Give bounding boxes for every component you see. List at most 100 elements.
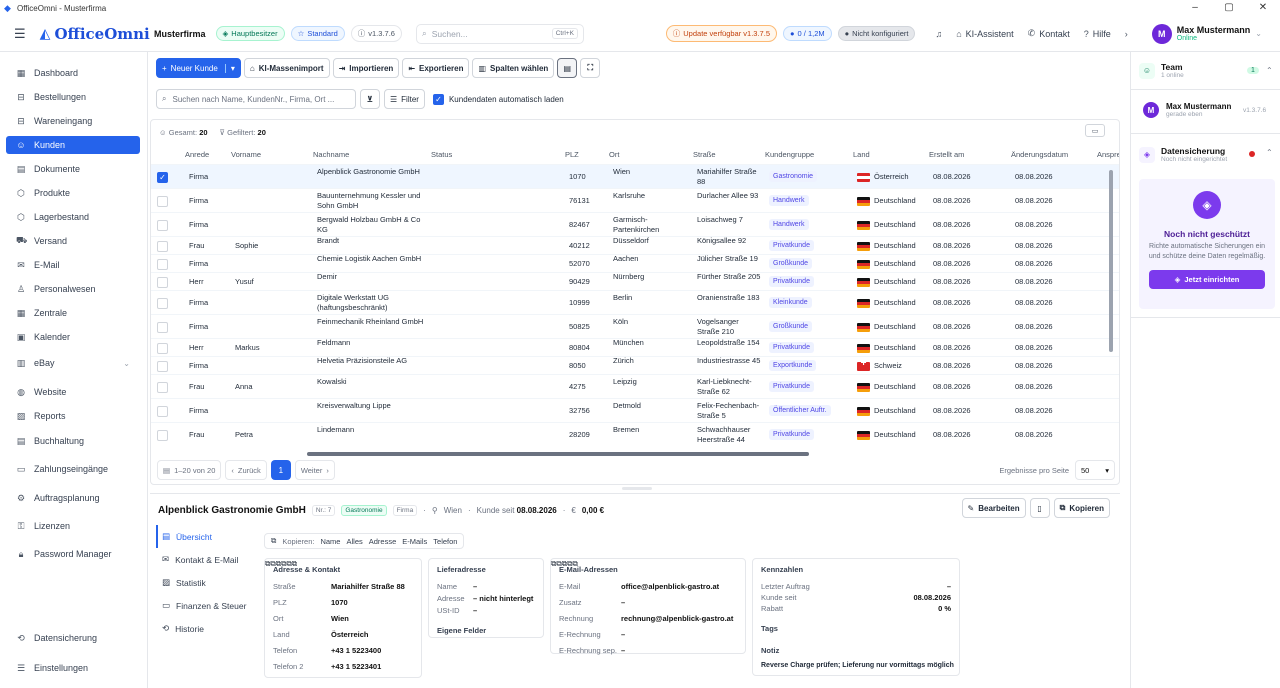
minimize-button[interactable]: – — [1178, 0, 1212, 16]
chevron-up-icon[interactable]: ⌃ — [1266, 66, 1273, 75]
row-checkbox[interactable] — [157, 360, 168, 372]
sidebar-item-dokumente[interactable]: ▤ Dokumente — [6, 160, 140, 178]
row-checkbox[interactable] — [157, 276, 168, 288]
sidebar-item-versand[interactable]: ⛟ Versand — [6, 232, 140, 250]
sidebar-item-reports[interactable]: ▨ Reports — [6, 407, 140, 425]
tab-history[interactable]: ⟲ Historie — [156, 617, 256, 640]
copy-telefon-button[interactable]: Telefon — [433, 537, 457, 546]
sidebar-item-einstellungen[interactable]: ☰ Einstellungen — [6, 659, 140, 677]
autoload-checkbox[interactable]: ✓ — [432, 93, 444, 105]
sidebar-item-e-mail[interactable]: ✉ E-Mail — [6, 256, 140, 274]
team-section[interactable]: ☺ Team 1 online 1 ⌃ — [1131, 52, 1280, 90]
chevron-down-icon[interactable]: ⌄ — [123, 359, 130, 368]
column-header[interactable]: Anrede — [185, 150, 209, 159]
sidebar-item-lizenzen[interactable]: ⚿ Lizenzen — [6, 517, 140, 535]
copy-name-button[interactable]: Name — [320, 537, 340, 546]
sidebar-item-auftragsplanung[interactable]: ⚙ Auftragsplanung — [6, 489, 140, 507]
row-checkbox[interactable] — [157, 405, 168, 417]
ai-assistant-button[interactable]: ⌂ KI-Assistent — [956, 29, 1013, 39]
update-badge[interactable]: ⓘ Update verfügbar v1.3.7.5 — [665, 25, 777, 42]
sidebar-item-buchhaltung[interactable]: ▤ Buchhaltung — [6, 432, 140, 450]
sync-badge[interactable]: ● Nicht konfiguriert — [837, 26, 916, 41]
row-checkbox[interactable] — [157, 342, 168, 354]
prev-page-button[interactable]: ‹ Zurück — [225, 460, 267, 480]
row-checkbox[interactable]: ✓ — [157, 171, 168, 183]
table-row[interactable]: Frau Petra Lindemann 28209 Bremen Schwachhaus… — [151, 422, 1119, 446]
table-row[interactable]: Firma Bauunternehmung Kessler und Sohn Gm… — [151, 188, 1119, 212]
column-header[interactable]: Status — [431, 150, 452, 159]
brand-logo[interactable]: ◭ OfficeOmni — [40, 25, 150, 43]
table-row[interactable]: Firma Digitale Werkstatt UG (haftungsbesc… — [151, 290, 1119, 314]
table-row[interactable]: Firma Helvetia Präzisionsteile AG 8050 Züri… — [151, 356, 1119, 374]
customer-search-input[interactable]: Suchen nach Name, KundenNr., Firma, Ort … — [172, 95, 334, 104]
sidebar-item-password-manager[interactable]: 🔒︎ Password Manager — [6, 545, 140, 563]
row-checkbox[interactable] — [157, 219, 168, 231]
column-header[interactable]: Ort — [609, 150, 619, 159]
fullscreen-button[interactable]: ⛶ — [580, 58, 601, 78]
vertical-scrollbar[interactable] — [1109, 170, 1113, 352]
row-checkbox[interactable] — [157, 321, 168, 333]
contact-button[interactable]: ✆ Kontakt — [1028, 28, 1070, 39]
company-name[interactable]: Musterfirma — [154, 29, 206, 39]
sidebar-item-website[interactable]: ◍ Website — [6, 383, 140, 401]
table-row[interactable]: Firma Chemie Logistik Aachen GmbH 52070 Aac… — [151, 254, 1119, 272]
maximize-button[interactable]: ▢ — [1212, 0, 1246, 16]
document-button[interactable]: ▯ — [1029, 498, 1050, 518]
column-header[interactable]: Land — [853, 150, 870, 159]
new-customer-button[interactable]: + Neuer Kunde ▾ — [156, 58, 241, 78]
customer-search[interactable]: ⌕ Suchen nach Name, KundenNr., Firma, Or… — [156, 89, 356, 109]
panel-splitter[interactable] — [622, 487, 652, 490]
columns-button[interactable]: ▥ Spalten wählen — [472, 58, 555, 78]
setup-backup-button[interactable]: ◈ Jetzt einrichten — [1149, 270, 1265, 289]
table-view-button[interactable]: ▭ — [1085, 124, 1105, 137]
column-header[interactable]: Änderungsdatum — [1011, 150, 1068, 159]
column-header[interactable]: Nachname — [313, 150, 349, 159]
notifications-button[interactable]: ♫ — [935, 29, 942, 39]
global-search-input[interactable]: Suchen... — [432, 29, 468, 39]
import-button[interactable]: ⇥ Importieren — [332, 58, 400, 78]
table-row[interactable]: ✓ Firma Alpenblick Gastronomie GmbH 1070 Wie… — [151, 164, 1119, 188]
tab-mail[interactable]: ✉ Kontakt & E-Mail — [156, 548, 256, 571]
help-button[interactable]: ? Hilfe — [1084, 29, 1111, 39]
filter-button[interactable]: ☰ Filter — [384, 89, 425, 109]
sidebar-item-datensicherung[interactable]: ⟲ Datensicherung — [6, 629, 140, 647]
panel-toggle-button[interactable]: › — [1125, 29, 1128, 39]
user-menu[interactable]: M Max Mustermann Online ⌄ — [1151, 23, 1280, 44]
sidebar-item-dashboard[interactable]: ▦ Dashboard — [6, 64, 140, 82]
column-header[interactable]: Straße — [693, 150, 716, 159]
storage-badge[interactable]: ● 0 / 1,2M — [783, 26, 832, 41]
row-checkbox[interactable] — [157, 381, 168, 393]
row-checkbox[interactable] — [157, 297, 168, 309]
copy-alles-button[interactable]: Alles — [346, 537, 362, 546]
sidebar-item-bestellungen[interactable]: ⊟ Bestellungen — [6, 88, 140, 106]
edit-button[interactable]: ✎ Bearbeiten — [961, 498, 1026, 518]
autoload-toggle[interactable]: ✓ Kundendaten automatisch laden — [432, 93, 564, 105]
next-page-button[interactable]: Weiter › — [294, 460, 335, 480]
sidebar-item-zentrale[interactable]: ▦ Zentrale — [6, 304, 140, 322]
tab-overview[interactable]: ▤ Übersicht — [156, 525, 256, 548]
backup-header[interactable]: ◈ Datensicherung Noch nicht eingerichtet — [1139, 146, 1227, 163]
table-row[interactable]: Frau Sophie Brandt 40212 Düsseldorf Königsall… — [151, 236, 1119, 254]
row-checkbox[interactable] — [157, 240, 168, 252]
table-row[interactable]: Herr Yusuf Demir 90429 Nürnberg Fürther Straß… — [151, 272, 1119, 290]
copy-button[interactable]: ⧉ Kopieren — [1053, 498, 1110, 518]
table-row[interactable]: Herr Markus Feldmann 80804 München Leopoldstr… — [151, 338, 1119, 356]
table-row[interactable]: Frau Anna Kowalski 4275 Leipzig Karl-Liebknec… — [151, 374, 1119, 398]
tab-chart[interactable]: ▨ Statistik — [156, 571, 256, 594]
layout-toggle-button[interactable]: ▤ — [557, 58, 578, 78]
copy-adresse-button[interactable]: Adresse — [369, 537, 397, 546]
sidebar-item-zahlungseingänge[interactable]: ▭ Zahlungseingänge — [6, 460, 140, 478]
sidebar-item-produkte[interactable]: ⬡ Produkte — [6, 184, 140, 202]
tab-finance[interactable]: ▭ Finanzen & Steuer — [156, 594, 256, 617]
table-row[interactable]: Firma Feinmechanik Rheinland GmbH 50825 Köl… — [151, 314, 1119, 338]
row-checkbox[interactable] — [157, 429, 168, 441]
row-checkbox[interactable] — [157, 258, 168, 270]
chevron-down-icon[interactable]: ▾ — [224, 63, 235, 73]
sidebar-item-personalwesen[interactable]: ♙ Personalwesen — [6, 280, 140, 298]
ai-import-button[interactable]: ⌂ KI-Massenimport — [243, 58, 330, 78]
global-search[interactable]: ⌕ Suchen... Ctrl+K — [415, 23, 584, 44]
export-button[interactable]: ⇤ Exportieren — [402, 58, 470, 78]
table-row[interactable]: Firma Kreisverwaltung Lippe 32756 Detmold Fe… — [151, 398, 1119, 422]
row-checkbox[interactable] — [157, 195, 168, 207]
column-header[interactable]: Erstellt am — [929, 150, 964, 159]
